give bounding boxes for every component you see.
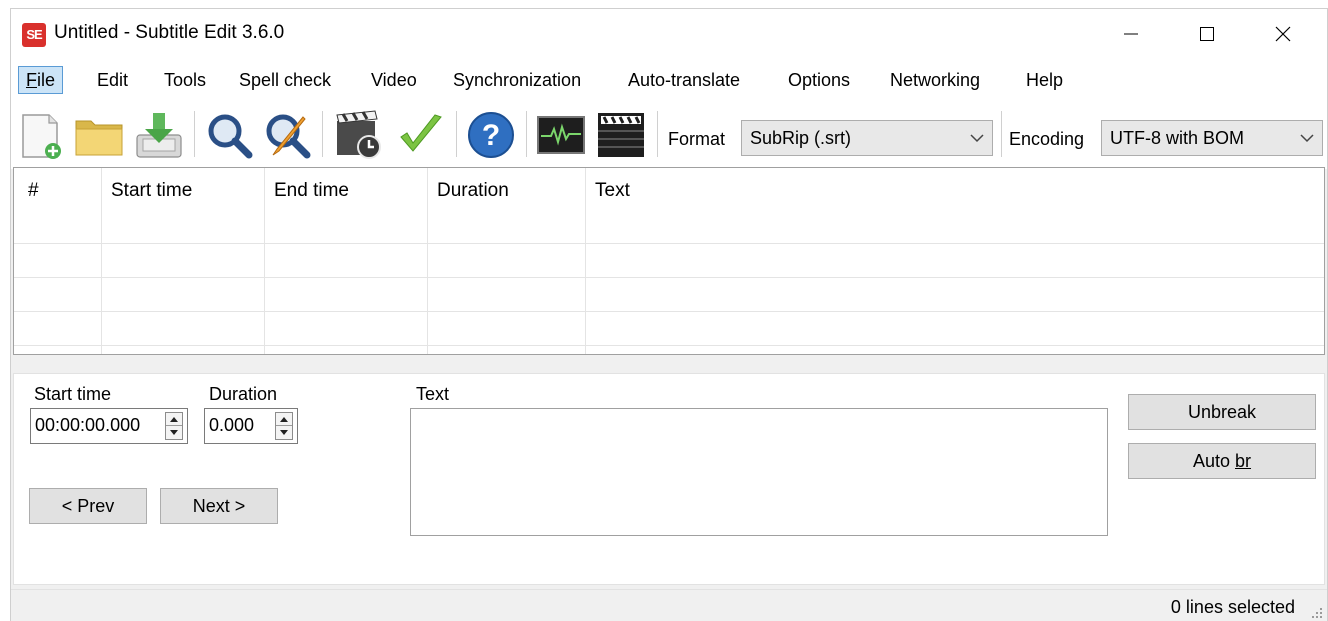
toolbar-separator — [194, 111, 195, 157]
column-divider — [264, 168, 265, 354]
spin-up-icon[interactable] — [166, 413, 182, 426]
column-header-end-time[interactable]: End time — [274, 180, 349, 202]
edit-panel: Start time Duration Text 00:00:00.000 0.… — [13, 373, 1325, 585]
column-divider — [427, 168, 428, 354]
app-logo-icon: SE — [22, 23, 46, 47]
video-button[interactable] — [595, 109, 647, 161]
toolbar: ? Format SubRip (.srt) Encoding UTF-8 wi… — [11, 99, 1327, 169]
help-icon: ? — [468, 112, 514, 158]
open-folder-icon — [75, 120, 123, 156]
main-window: SE Untitled - Subtitle Edit 3.6.0 File E… — [10, 8, 1328, 621]
start-time-stepper[interactable]: 00:00:00.000 — [30, 408, 188, 444]
resize-grip-icon[interactable] — [1309, 605, 1323, 619]
auto-br-button[interactable]: Auto br — [1128, 443, 1316, 479]
unbreak-button[interactable]: Unbreak — [1128, 394, 1316, 430]
save-button[interactable] — [133, 109, 185, 161]
row-divider — [14, 243, 1324, 244]
auto-br-label-prefix: Auto — [1192, 451, 1235, 471]
open-button[interactable] — [73, 109, 125, 161]
format-select[interactable]: SubRip (.srt) — [741, 120, 993, 156]
column-header-text[interactable]: Text — [595, 180, 630, 202]
text-label: Text — [416, 384, 450, 404]
start-time-label: Start time — [34, 384, 112, 404]
toolbar-separator — [322, 111, 323, 157]
encoding-value: UTF-8 with BOM — [1110, 128, 1245, 148]
column-divider — [101, 168, 102, 354]
menu-options[interactable]: Options — [780, 66, 858, 94]
maximize-icon — [1200, 27, 1214, 41]
row-divider — [14, 277, 1324, 278]
toolbar-separator — [1001, 111, 1002, 157]
spin-up-icon[interactable] — [276, 413, 292, 426]
row-divider — [14, 345, 1324, 346]
waveform-button[interactable] — [535, 109, 587, 161]
row-divider — [14, 311, 1324, 312]
column-header-number[interactable]: # — [28, 180, 39, 202]
chevron-down-icon — [1300, 134, 1314, 143]
menu-file[interactable]: File — [18, 66, 64, 94]
new-file-button[interactable] — [15, 109, 67, 161]
find-icon — [208, 114, 253, 159]
svg-text:?: ? — [482, 119, 500, 152]
menu-auto-translate[interactable]: Auto-translate — [620, 66, 748, 94]
new-file-icon — [22, 114, 61, 159]
start-time-spin-buttons[interactable] — [165, 412, 183, 440]
close-button[interactable] — [1245, 9, 1321, 59]
find-button[interactable] — [203, 109, 255, 161]
subtitle-text-input[interactable] — [410, 408, 1108, 536]
replace-icon — [266, 114, 311, 159]
minimize-button[interactable] — [1093, 9, 1169, 59]
column-header-duration[interactable]: Duration — [437, 180, 509, 202]
menu-help[interactable]: Help — [1018, 66, 1071, 94]
close-icon — [1275, 26, 1291, 42]
subtitle-grid[interactable]: # Start time End time Duration Text — [13, 167, 1325, 355]
spell-check-button[interactable] — [395, 109, 447, 161]
column-header-start-time[interactable]: Start time — [111, 180, 192, 202]
waveform-icon — [537, 116, 585, 154]
status-bar: 0 lines selected — [11, 589, 1327, 621]
duration-spin-buttons[interactable] — [275, 412, 293, 440]
video-clapper-icon — [598, 113, 644, 157]
help-button[interactable]: ? — [465, 109, 517, 161]
grid-header: # Start time End time Duration Text — [14, 168, 1324, 218]
duration-value: 0.000 — [209, 415, 255, 435]
column-divider — [585, 168, 586, 354]
duration-label: Duration — [209, 384, 278, 404]
prev-button[interactable]: < Prev — [29, 488, 147, 524]
replace-button[interactable] — [261, 109, 313, 161]
menu-tools[interactable]: Tools — [156, 66, 214, 94]
duration-stepper[interactable]: 0.000 — [204, 408, 298, 444]
encoding-select[interactable]: UTF-8 with BOM — [1101, 120, 1323, 156]
menu-video[interactable]: Video — [363, 66, 425, 94]
menu-networking[interactable]: Networking — [882, 66, 988, 94]
toolbar-separator — [526, 111, 527, 157]
menu-file-mnemonic: F — [26, 70, 37, 90]
title-bar: SE Untitled - Subtitle Edit 3.6.0 — [11, 9, 1327, 59]
maximize-button[interactable] — [1169, 9, 1245, 59]
next-button[interactable]: Next > — [160, 488, 278, 524]
spin-down-icon[interactable] — [166, 426, 182, 439]
menu-synchronization[interactable]: Synchronization — [445, 66, 589, 94]
toolbar-separator — [456, 111, 457, 157]
chevron-down-icon — [970, 134, 984, 143]
auto-br-mnemonic: br — [1235, 451, 1252, 471]
format-value: SubRip (.srt) — [750, 128, 852, 148]
status-text: 0 lines selected — [1170, 597, 1295, 617]
minimize-icon — [1124, 33, 1138, 35]
encoding-label: Encoding — [1009, 129, 1085, 149]
window-title: Untitled - Subtitle Edit 3.6.0 — [54, 22, 285, 43]
visual-sync-button[interactable] — [333, 109, 385, 161]
visual-sync-icon — [336, 110, 381, 159]
menu-edit[interactable]: Edit — [89, 66, 136, 94]
save-download-icon — [136, 113, 182, 158]
start-time-value: 00:00:00.000 — [35, 415, 141, 435]
toolbar-separator — [657, 111, 658, 157]
menu-bar: File Edit Tools Spell check Video Synchr… — [11, 59, 1327, 99]
spin-down-icon[interactable] — [276, 426, 292, 439]
menu-spell-check[interactable]: Spell check — [231, 66, 339, 94]
format-label: Format — [668, 129, 726, 149]
menu-file-label-rest: ile — [37, 70, 56, 90]
spell-check-icon — [400, 114, 442, 152]
